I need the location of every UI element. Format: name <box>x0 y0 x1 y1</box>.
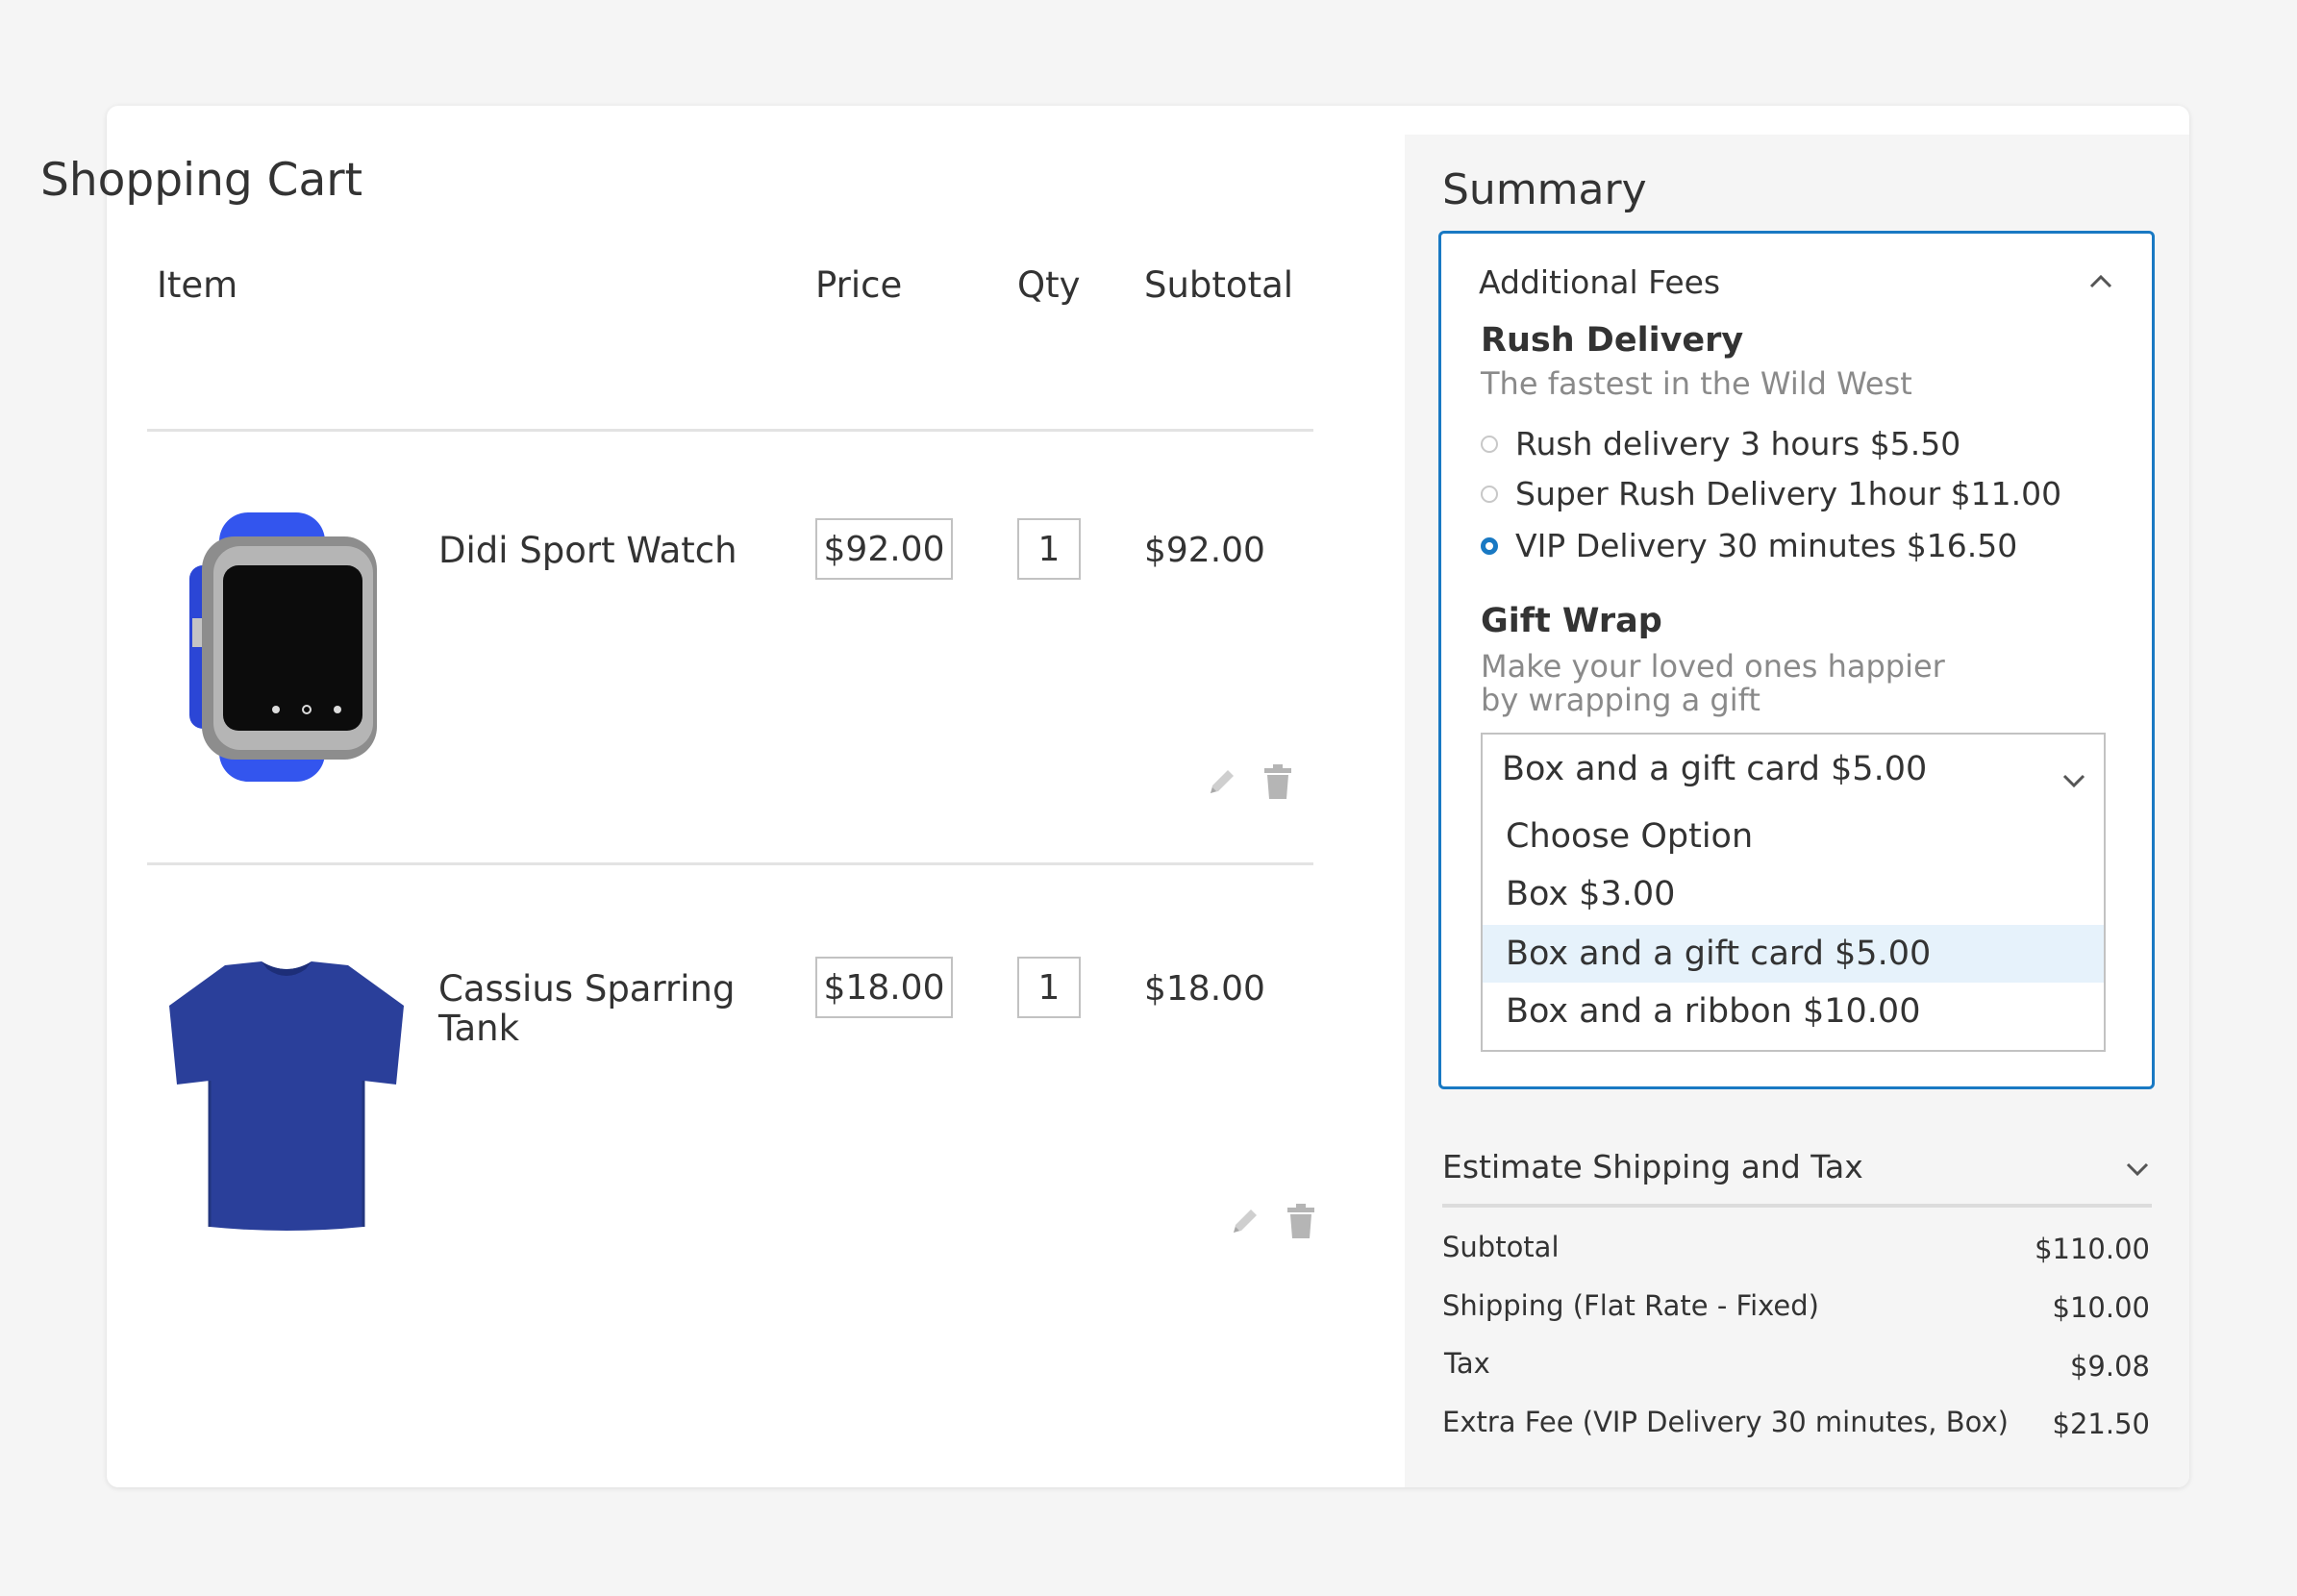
gift-wrap-title: Gift Wrap <box>1481 602 1662 640</box>
radio-button[interactable] <box>1481 485 1498 503</box>
page-title: Shopping Cart <box>40 154 363 207</box>
qty-input[interactable]: 1 <box>1017 518 1081 580</box>
totals-value: $9.08 <box>2069 1350 2150 1383</box>
delete-icon[interactable] <box>1262 764 1293 801</box>
chevron-up-icon[interactable] <box>2088 273 2113 290</box>
rush-delivery-title: Rush Delivery <box>1481 321 1744 360</box>
rush-option-label: Super Rush Delivery 1hour $11.00 <box>1515 475 2062 512</box>
rush-option-label: VIP Delivery 30 minutes $16.50 <box>1515 527 2018 564</box>
gift-wrap-option[interactable]: Box and a ribbon $10.00 <box>1483 983 2104 1040</box>
gift-wrap-subtitle: Make your loved ones happier by wrapping… <box>1481 648 1945 718</box>
rush-option[interactable]: Rush delivery 3 hours $5.50 <box>1481 425 1960 462</box>
totals-value: $10.00 <box>2052 1291 2150 1324</box>
gift-wrap-options: Choose Option Box $3.00 Box and a gift c… <box>1481 804 2106 1052</box>
edit-icon[interactable] <box>1205 764 1239 799</box>
item-subtotal: $92.00 <box>1144 531 1265 570</box>
gift-wrap-option-selected[interactable]: Box and a gift card $5.00 <box>1483 925 2104 983</box>
item-name[interactable]: Didi Sport Watch <box>438 531 756 570</box>
tshirt-icon[interactable] <box>165 960 408 1231</box>
edit-icon[interactable] <box>1228 1204 1262 1238</box>
delete-icon[interactable] <box>1286 1204 1316 1240</box>
gift-wrap-option[interactable]: Choose Option <box>1483 808 2104 865</box>
estimate-divider <box>1442 1204 2152 1208</box>
totals-value: $110.00 <box>2035 1233 2150 1265</box>
header-divider <box>147 429 1313 432</box>
qty-input[interactable]: 1 <box>1017 957 1081 1018</box>
totals-label: Extra Fee (VIP Delivery 30 minutes, Box) <box>1442 1406 2009 1438</box>
totals-label: Shipping (Flat Rate - Fixed) <box>1442 1289 1819 1322</box>
row-divider <box>147 862 1313 865</box>
rush-option[interactable]: Super Rush Delivery 1hour $11.00 <box>1481 475 2061 512</box>
chevron-down-icon[interactable] <box>2061 760 2086 788</box>
additional-fees-header[interactable]: Additional Fees <box>1479 263 1720 301</box>
column-header-item: Item <box>157 264 238 306</box>
radio-button[interactable] <box>1481 435 1498 453</box>
column-header-qty: Qty <box>1017 264 1081 306</box>
gift-wrap-selected: Box and a gift card $5.00 <box>1502 750 1928 788</box>
item-name[interactable]: Cassius Sparring Tank <box>438 969 756 1048</box>
rush-delivery-subtitle: The fastest in the Wild West <box>1481 365 1912 402</box>
price-input[interactable]: $18.00 <box>815 957 953 1018</box>
rush-option[interactable]: VIP Delivery 30 minutes $16.50 <box>1481 527 2017 564</box>
column-header-subtotal: Subtotal <box>1144 264 1294 306</box>
column-header-price: Price <box>815 264 903 306</box>
radio-button[interactable] <box>1481 536 1498 555</box>
gift-wrap-select[interactable]: Box and a gift card $5.00 <box>1481 733 2106 806</box>
totals-label: Tax <box>1444 1347 1490 1380</box>
price-input[interactable]: $92.00 <box>815 518 953 580</box>
smartwatch-icon[interactable] <box>185 508 387 786</box>
rush-option-label: Rush delivery 3 hours $5.50 <box>1515 425 1961 462</box>
totals-label: Subtotal <box>1442 1231 1560 1263</box>
item-subtotal: $18.00 <box>1144 969 1265 1009</box>
summary-title: Summary <box>1442 165 1647 214</box>
totals-value: $21.50 <box>2052 1408 2150 1440</box>
chevron-down-icon[interactable] <box>2125 1160 2150 1178</box>
gift-wrap-option[interactable]: Box $3.00 <box>1483 865 2104 923</box>
estimate-shipping-header[interactable]: Estimate Shipping and Tax <box>1442 1148 1863 1185</box>
